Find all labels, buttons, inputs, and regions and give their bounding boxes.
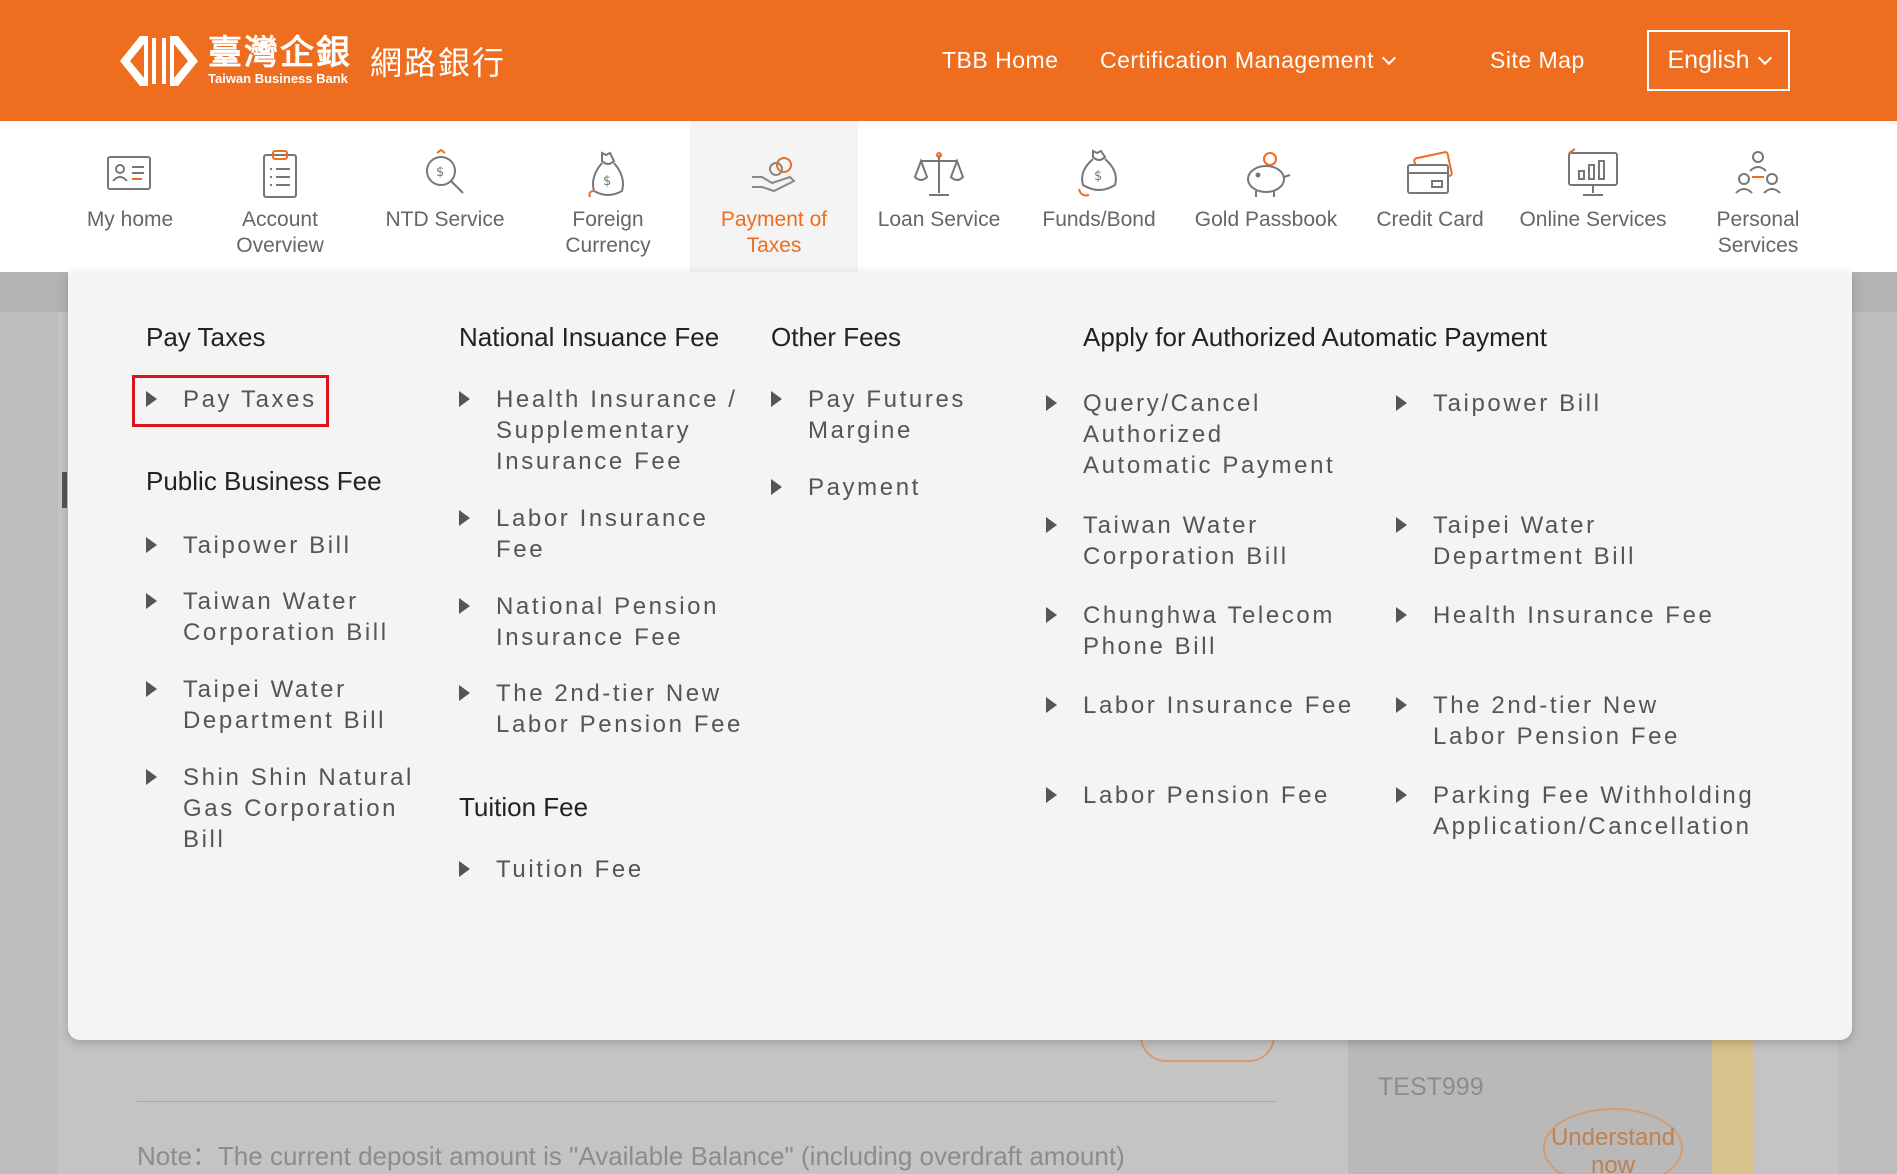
main-navigation: My home Account Overview $ NTD Service $… — [0, 121, 1897, 272]
logo-subtitle: 網路銀行 — [370, 45, 507, 81]
menu-item-health-insurance[interactable]: Health Insurance / Supplementary Insuran… — [459, 384, 738, 477]
logo-chinese-name: 臺灣企銀 — [208, 34, 352, 72]
menu-item-auth-taipei-water[interactable]: Taipei Water Department Bill — [1396, 510, 1636, 572]
menu-item-pay-futures-margin[interactable]: Pay Futures Margine — [771, 384, 966, 446]
menu-item-national-pension[interactable]: National Pension Insurance Fee — [459, 591, 719, 653]
nav-label: NTD Service — [385, 208, 505, 231]
nav-credit-card[interactable]: Credit Card — [1366, 121, 1494, 272]
menu-item-auth-parking-fee[interactable]: Parking Fee Withholding Application/Canc… — [1396, 780, 1754, 842]
money-bag-icon: $ — [588, 151, 624, 198]
nav-my-home[interactable]: My home — [72, 121, 188, 272]
nav-payment-of-taxes[interactable]: Payment of Taxes — [690, 121, 858, 272]
menu-item-auth-labor-pension[interactable]: Labor Pension Fee — [1046, 780, 1330, 811]
menu-item-shin-shin-gas-bill[interactable]: Shin Shin Natural Gas Corporation Bill — [146, 762, 414, 855]
chevron-down-icon — [1757, 50, 1772, 65]
certification-label: Certification Management — [1100, 47, 1375, 73]
credit-card-icon — [1407, 151, 1453, 194]
coin-arrows-icon: $ — [1078, 149, 1117, 197]
scales-icon — [913, 152, 965, 196]
nav-label: Personal Services — [1716, 208, 1800, 257]
pay-taxes-highlight-box — [132, 375, 329, 427]
balance-note: Note：The current deposit amount is "Avai… — [137, 1141, 1125, 1171]
section-title-pay-taxes: Pay Taxes — [146, 322, 266, 352]
nav-label: Online Services — [1519, 208, 1667, 231]
menu-item-auth-taipower[interactable]: Taipower Bill — [1396, 388, 1602, 419]
chevron-down-icon — [1382, 50, 1397, 65]
background-divider — [137, 1101, 1277, 1102]
hand-coin-icon — [752, 157, 796, 193]
menu-item-auth-2nd-tier-pension[interactable]: The 2nd-tier New Labor Pension Fee — [1396, 690, 1680, 752]
monitor-chart-icon — [1568, 148, 1618, 196]
nav-ntd-service[interactable]: $ NTD Service — [380, 121, 510, 272]
section-title-authorized-payment: Apply for Authorized Automatic Payment — [1083, 322, 1547, 352]
magnifier-coin-icon: $ — [426, 148, 464, 194]
background-accent-bar — [1712, 1040, 1754, 1174]
tbb-home-link[interactable]: TBB Home — [942, 47, 1058, 74]
language-label: English — [1667, 46, 1750, 74]
menu-item-taipei-water-bill[interactable]: Taipei Water Department Bill — [146, 674, 386, 736]
topnav-sitemap[interactable]: Site Map — [1490, 0, 1585, 121]
menu-item-payment[interactable]: Payment — [771, 472, 921, 503]
nav-label: My home — [86, 208, 174, 231]
menu-item-tuition-fee[interactable]: Tuition Fee — [459, 854, 644, 885]
menu-item-query-cancel-authorized[interactable]: Query/Cancel Authorized Automatic Paymen… — [1046, 388, 1335, 481]
menu-item-labor-insurance[interactable]: Labor Insurance Fee — [459, 503, 708, 565]
top-header: 臺灣企銀 Taiwan Business Bank 網路銀行 TBB Home … — [0, 0, 1897, 121]
nav-label: Loan Service — [877, 208, 1001, 231]
nav-online-services[interactable]: Online Services — [1514, 121, 1672, 272]
svg-text:$: $ — [436, 165, 444, 180]
nav-loan-service[interactable]: Loan Service — [872, 121, 1006, 272]
nav-funds-bond[interactable]: $ Funds/Bond — [1032, 121, 1166, 272]
tbb-logo-icon — [120, 36, 198, 86]
nav-label: Funds/Bond — [1042, 208, 1156, 231]
nav-label: Credit Card — [1376, 208, 1484, 231]
nav-label: Payment of Taxes — [720, 208, 828, 257]
nav-gold-passbook[interactable]: Gold Passbook — [1186, 121, 1346, 272]
background-marker — [62, 472, 67, 508]
menu-item-labor-pension[interactable]: The 2nd-tier New Labor Pension Fee — [459, 678, 743, 740]
test-account-label: TEST999 — [1378, 1073, 1484, 1101]
menu-item-taiwan-water-bill[interactable]: Taiwan Water Corporation Bill — [146, 586, 389, 648]
menu-item-auth-health-insurance[interactable]: Health Insurance Fee — [1396, 600, 1714, 631]
site-map-link[interactable]: Site Map — [1490, 47, 1585, 74]
menu-item-auth-chunghwa-telecom[interactable]: Chunghwa Telecom Phone Bill — [1046, 600, 1335, 662]
clipboard-list-icon — [263, 150, 297, 198]
section-title-tuition-fee: Tuition Fee — [459, 792, 589, 822]
menu-item-auth-taiwan-water[interactable]: Taiwan Water Corporation Bill — [1046, 510, 1289, 572]
topnav-cert[interactable]: Certification Management — [1100, 0, 1397, 121]
bank-logo[interactable]: 臺灣企銀 Taiwan Business Bank 網路銀行 — [118, 32, 506, 90]
nav-account-overview[interactable]: Account Overview — [222, 121, 338, 272]
nav-label: Account Overview — [236, 208, 324, 257]
id-card-icon — [107, 156, 151, 190]
logo-english-name: Taiwan Business Bank — [208, 71, 348, 86]
topnav-home[interactable]: TBB Home — [942, 0, 1058, 121]
people-icon — [1735, 151, 1781, 194]
section-title-public-business-fee: Public Business Fee — [146, 466, 382, 496]
section-title-national-insurance-fee: National Insuance Fee — [459, 322, 720, 352]
nav-label: Foreign Currency — [565, 208, 651, 257]
nav-personal-services[interactable]: Personal Services — [1700, 121, 1816, 272]
menu-item-auth-labor-insurance[interactable]: Labor Insurance Fee — [1046, 690, 1354, 721]
payment-taxes-dropdown: Pay Taxes Pay Taxes Public Business Fee … — [68, 272, 1852, 1040]
certification-management-link[interactable]: Certification Management — [1100, 47, 1397, 74]
language-select[interactable]: English — [1647, 30, 1790, 91]
logo-text: 臺灣企銀 Taiwan Business Bank — [208, 35, 352, 87]
menu-item-taipower-bill[interactable]: Taipower Bill — [146, 530, 352, 561]
section-title-other-fees: Other Fees — [771, 322, 902, 352]
nav-label: Gold Passbook — [1194, 208, 1338, 231]
piggy-bank-icon — [1247, 152, 1291, 197]
svg-text:$: $ — [1094, 169, 1102, 184]
svg-text:$: $ — [603, 174, 611, 189]
nav-foreign-currency[interactable]: $ Foreign Currency — [546, 121, 670, 272]
